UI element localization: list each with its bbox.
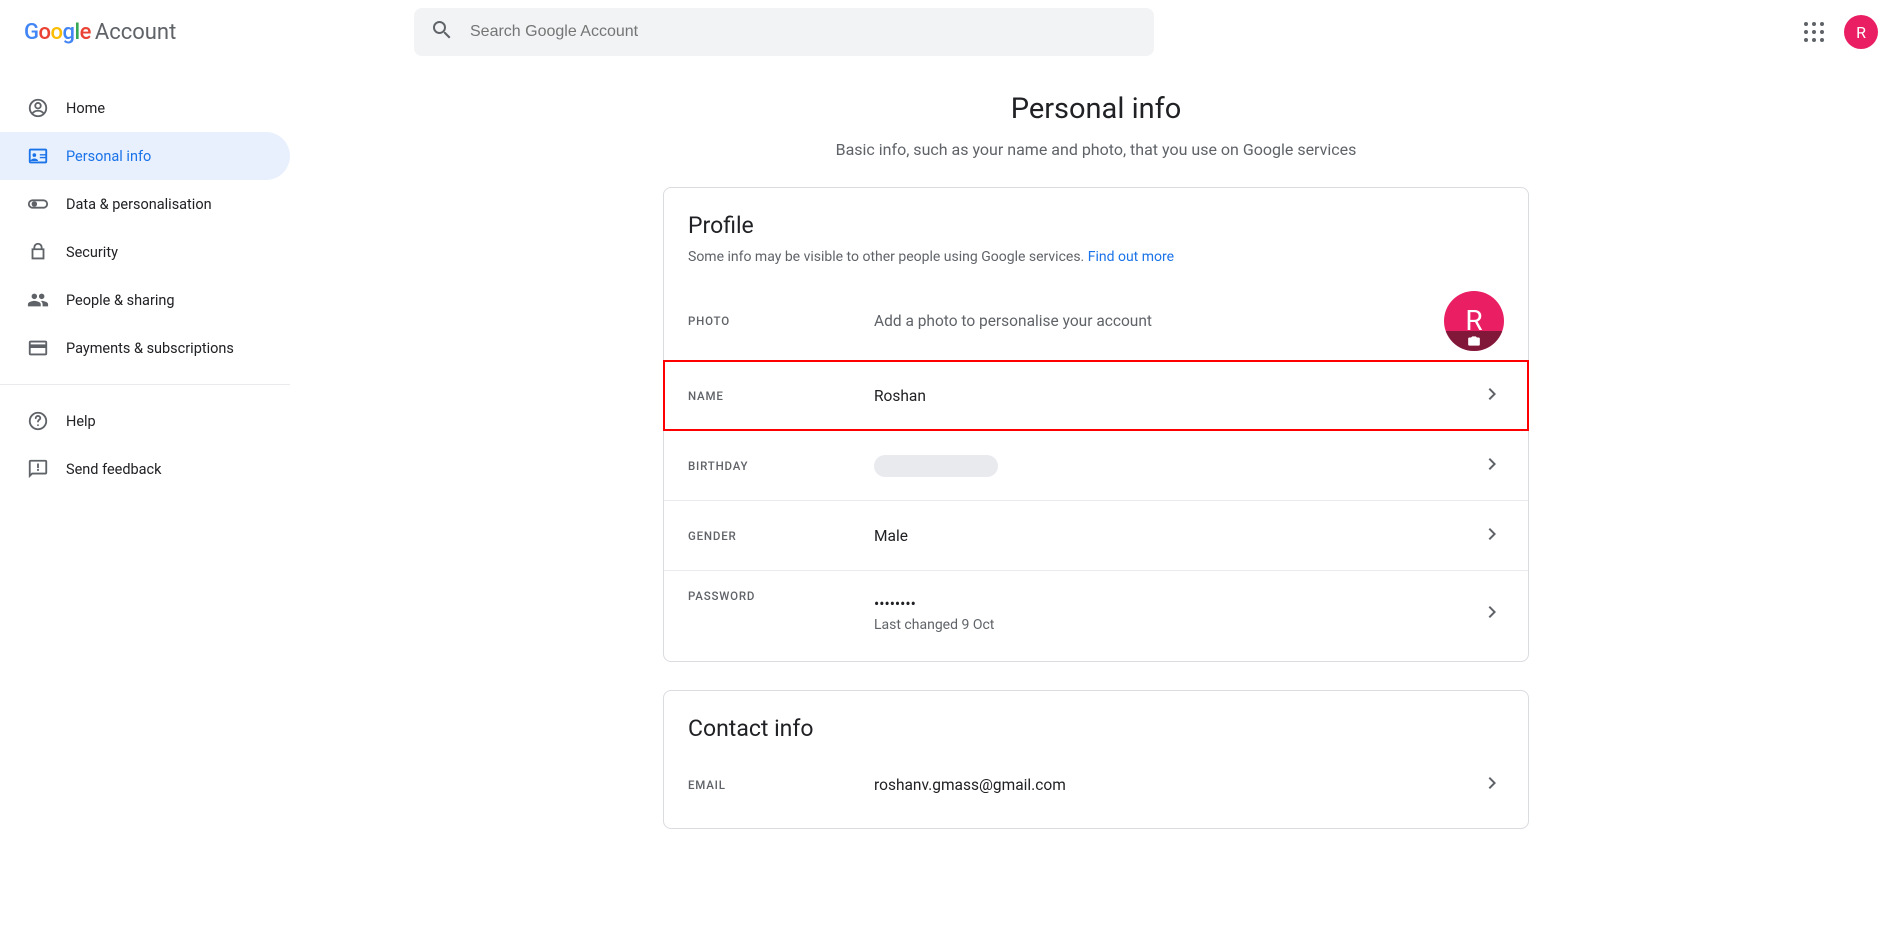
row-sub-password: Last changed 9 Oct — [874, 617, 1480, 633]
chevron-right-icon — [1480, 452, 1504, 480]
profile-photo-avatar[interactable]: R — [1444, 291, 1504, 351]
row-value-password: •••••••• — [874, 595, 1480, 613]
chevron-right-icon — [1480, 600, 1504, 628]
profile-card-desc: Some info may be visible to other people… — [664, 239, 1528, 265]
toggle-icon — [26, 192, 50, 216]
sidebar-item-label: Send feedback — [66, 461, 161, 478]
row-value-email: roshanv.gmass@gmail.com — [874, 776, 1480, 794]
profile-row-password[interactable]: PASSWORD •••••••• Last changed 9 Oct — [664, 571, 1528, 661]
logo-account-text: Account — [95, 20, 176, 45]
google-apps-icon[interactable] — [1802, 20, 1826, 44]
people-icon — [26, 288, 50, 312]
sidebar-item-label: People & sharing — [66, 292, 175, 309]
search-input[interactable] — [470, 23, 1138, 41]
sidebar-item-label: Security — [66, 244, 118, 261]
contact-row-email[interactable]: EMAIL roshanv.gmass@gmail.com — [664, 758, 1528, 828]
search-icon — [430, 18, 454, 46]
chevron-right-icon — [1480, 382, 1504, 410]
sidebar-item-label: Payments & subscriptions — [66, 340, 234, 357]
profile-row-name[interactable]: NAME Roshan — [664, 361, 1528, 431]
google-account-logo[interactable]: Google Account — [24, 20, 414, 45]
credit-card-icon — [26, 336, 50, 360]
sidebar-item-label: Help — [66, 413, 96, 430]
contact-card: Contact info EMAIL roshanv.gmass@gmail.c… — [663, 690, 1529, 829]
main-content: Personal info Basic info, such as your n… — [290, 64, 1902, 857]
page-subtitle: Basic info, such as your name and photo,… — [836, 140, 1357, 159]
header: Google Account R — [0, 0, 1902, 64]
chevron-right-icon — [1480, 522, 1504, 550]
sidebar-item-security[interactable]: Security — [0, 228, 290, 276]
row-label-password: PASSWORD — [688, 583, 874, 603]
sidebar-item-label: Home — [66, 100, 105, 117]
row-value-birthday — [874, 455, 1480, 477]
sidebar-item-home[interactable]: Home — [0, 84, 290, 132]
account-avatar[interactable]: R — [1844, 15, 1878, 49]
help-icon — [26, 409, 50, 433]
sidebar-item-data-personalisation[interactable]: Data & personalisation — [0, 180, 290, 228]
page-title: Personal info — [1011, 92, 1182, 126]
redacted-value — [874, 455, 998, 477]
profile-row-gender[interactable]: GENDER Male — [664, 501, 1528, 571]
id-card-icon — [26, 144, 50, 168]
sidebar-item-people-sharing[interactable]: People & sharing — [0, 276, 290, 324]
contact-card-title: Contact info — [664, 715, 1528, 742]
row-value-photo: Add a photo to personalise your account — [874, 312, 1444, 330]
sidebar-item-payments[interactable]: Payments & subscriptions — [0, 324, 290, 372]
sidebar: Home Personal info Data & personalisatio… — [0, 64, 290, 857]
profile-row-birthday[interactable]: BIRTHDAY — [664, 431, 1528, 501]
row-label-birthday: BIRTHDAY — [688, 459, 874, 473]
feedback-icon — [26, 457, 50, 481]
row-value-name: Roshan — [874, 387, 1480, 405]
home-icon — [26, 96, 50, 120]
lock-icon — [26, 240, 50, 264]
row-value-gender: Male — [874, 527, 1480, 545]
row-label-gender: GENDER — [688, 529, 874, 543]
profile-row-photo[interactable]: PHOTO Add a photo to personalise your ac… — [664, 281, 1528, 361]
camera-icon — [1444, 331, 1504, 351]
find-out-more-link[interactable]: Find out more — [1088, 249, 1174, 265]
sidebar-item-personal-info[interactable]: Personal info — [0, 132, 290, 180]
sidebar-item-help[interactable]: Help — [0, 397, 290, 445]
row-label-photo: PHOTO — [688, 314, 874, 328]
sidebar-item-label: Personal info — [66, 148, 151, 165]
chevron-right-icon — [1480, 771, 1504, 799]
row-label-email: EMAIL — [688, 778, 874, 792]
row-label-name: NAME — [688, 389, 874, 403]
sidebar-item-feedback[interactable]: Send feedback — [0, 445, 290, 493]
search-bar[interactable] — [414, 8, 1154, 56]
sidebar-item-label: Data & personalisation — [66, 196, 212, 213]
profile-card: Profile Some info may be visible to othe… — [663, 187, 1529, 662]
sidebar-divider — [0, 384, 290, 385]
profile-card-title: Profile — [664, 212, 1528, 239]
